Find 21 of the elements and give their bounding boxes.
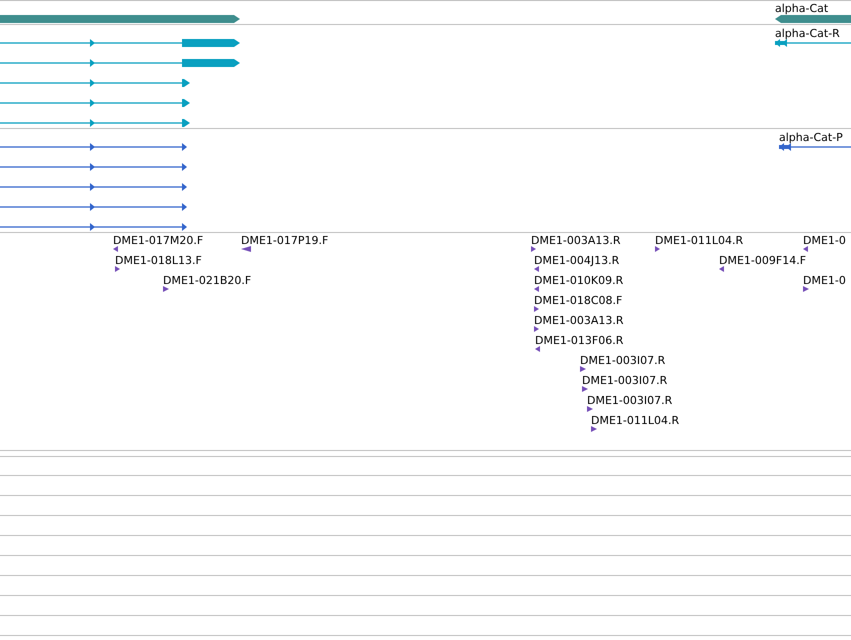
feature-label: DME1-017P19.F xyxy=(241,234,328,247)
feature-label: DME1-009F14.F xyxy=(719,254,806,267)
feature-label: alpha-Cat-P xyxy=(779,131,843,144)
feature-label: DME1-004J13.R xyxy=(534,254,620,267)
feature-label: DME1-021B20.F xyxy=(163,274,252,287)
feature-label: DME1-018C08.F xyxy=(534,294,622,307)
feature-label: DME1-0 xyxy=(803,274,846,287)
feature-label: DME1-003A13.R xyxy=(531,234,621,247)
feature-label: alpha-Cat xyxy=(775,2,828,15)
feature-label: DME1-018L13.F xyxy=(115,254,202,267)
feature-label: DME1-013F06.R xyxy=(535,334,624,347)
feature-label: alpha-Cat-R xyxy=(775,27,840,40)
feature-label: DME1-003I07.R xyxy=(580,354,666,367)
feature-label: DME1-003I07.R xyxy=(587,394,672,407)
feature-label: DME1-017M20.F xyxy=(113,234,204,247)
feature-label: DME1-011L04.R xyxy=(591,414,680,427)
feature-label: DME1-003A13.R xyxy=(534,314,624,327)
feature-label: DME1-010K09.R xyxy=(534,274,624,287)
feature-label: DME1-011L04.R xyxy=(655,234,744,247)
feature-label: DME1-0 xyxy=(803,234,846,247)
feature-label: DME1-003I07.R xyxy=(582,374,668,387)
